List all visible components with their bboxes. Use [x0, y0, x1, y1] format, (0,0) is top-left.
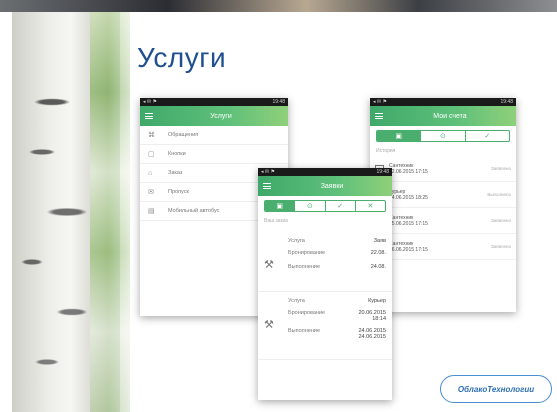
hamburger-menu-icon[interactable]: [375, 113, 383, 119]
app-bar-title: Мои счета: [433, 112, 467, 120]
order-card[interactable]: ⚒ Услуга Заяв Бронирование 22.08. Выполн…: [258, 232, 392, 292]
tab-done[interactable]: ✓: [326, 201, 356, 211]
status-time: 19:48: [272, 99, 285, 105]
status-icons: ◂ ✉ ⚑: [261, 169, 275, 175]
row-value: 20.06.2015 18:14: [358, 310, 386, 322]
tab-list[interactable]: ▣: [377, 131, 422, 141]
logo-text: ОблакоТехнологии: [457, 384, 535, 394]
order-row-completion: Выполнение 24.06.2015 24.06.2015: [264, 328, 386, 340]
status-time: 19:48: [500, 99, 513, 105]
status-time: 19:48: [376, 169, 389, 175]
order-row-completion: Выполнение 24.08.: [264, 264, 386, 270]
menu-item-label: Кнопки: [168, 151, 186, 157]
tab-bar: ▣ ⊙ ✓ ✕: [264, 200, 386, 212]
slide-title: Услуги: [137, 42, 227, 73]
item-text: Сантехник 25.06.2015 17:15: [389, 215, 491, 227]
row-value: Заяв: [373, 238, 386, 244]
order-row-service: Услуга Курьер: [264, 298, 386, 304]
tab-bar: ▣ ⊙ ✓: [376, 130, 510, 142]
home-icon: ⌂: [148, 169, 153, 177]
order-row-booking: Бронирование 22.08.: [264, 250, 386, 256]
status-bar: ◂ ✉ ⚑ 19:48: [140, 98, 288, 106]
row-value: 22.08.: [370, 250, 386, 256]
item-status: Заявлено: [490, 166, 511, 171]
row-label: Бронирование: [288, 250, 326, 256]
row-value: Курьер: [368, 298, 386, 304]
phone-screen-orders: ◂ ✉ ⚑ 19:48 Заявки ▣ ⊙ ✓ ✕ Ваш заказ ⚒ У…: [258, 168, 392, 400]
item-status: Заявлено: [490, 244, 511, 249]
app-bar: Услуги: [140, 106, 288, 126]
row-label: Выполнение: [288, 328, 321, 334]
order-row-service: Услуга Заяв: [264, 238, 386, 244]
order-row-booking: Бронирование 20.06.2015 18:14: [264, 310, 386, 322]
app-bar: Мои счета: [370, 106, 516, 126]
item-date: 22.06.2015 17:15: [389, 168, 428, 175]
tab-list[interactable]: ▣: [265, 201, 296, 211]
tab-cancel[interactable]: ✕: [356, 201, 385, 211]
status-icons: ◂ ✉ ⚑: [373, 99, 387, 105]
section-caption: История: [376, 148, 396, 154]
item-text: Сантехник 26.06.2015 17:15: [389, 241, 491, 253]
menu-item-label: Заказ: [168, 170, 183, 176]
hamburger-menu-icon[interactable]: [145, 113, 153, 119]
tab-done[interactable]: ✓: [466, 131, 509, 141]
status-bar: ◂ ✉ ⚑ 19:48: [258, 168, 392, 176]
status-icons: ◂ ✉ ⚑: [143, 99, 157, 105]
item-status: Выполнено: [487, 192, 511, 197]
menu-item-buttons[interactable]: ▢ Кнопки: [140, 145, 288, 164]
bus-icon: ▤: [148, 208, 155, 215]
app-bar-title: Услуги: [210, 112, 232, 120]
row-label: Услуга: [288, 298, 305, 304]
item-text: Сантехник 22.06.2015 17:15: [389, 163, 491, 175]
tab-clock[interactable]: ⊙: [295, 201, 326, 211]
app-bar: Заявки: [258, 176, 392, 196]
menu-item-label: Мобильный автобус: [168, 208, 220, 214]
row-label: Бронирование: [288, 310, 326, 316]
company-logo: ОблакоТехнологии: [440, 375, 552, 403]
row-value: 24.06.2015 24.06.2015: [358, 328, 386, 340]
top-photo-strip: [0, 0, 557, 12]
row-label: Услуга: [288, 238, 305, 244]
item-text: Курьер 24.06.2015 18:25: [389, 189, 487, 201]
hamburger-menu-icon[interactable]: [263, 183, 271, 189]
item-status: Заявлено: [490, 218, 511, 223]
mail-icon: ✉: [148, 189, 154, 196]
order-card[interactable]: ⚒ Услуга Курьер Бронирование 20.06.2015 …: [258, 292, 392, 360]
item-date: 24.06.2015 18:25: [389, 194, 428, 201]
tools-icon: ⚒: [264, 259, 274, 271]
app-bar-title: Заявки: [320, 182, 344, 190]
item-date: 26.06.2015 17:15: [389, 246, 428, 253]
menu-item-requests[interactable]: ⌘ Обращения: [140, 126, 288, 145]
menu-item-label: Пропуск: [168, 189, 189, 195]
row-value: 24.08.: [370, 264, 386, 270]
requests-icon: ⌘: [148, 132, 155, 139]
status-bar: ◂ ✉ ⚑ 19:48: [370, 98, 516, 106]
row-label: Выполнение: [288, 264, 321, 270]
section-caption: Ваш заказ: [264, 218, 288, 224]
tools-icon: ⚒: [264, 319, 274, 331]
presentation-slide: Услуги ◂ ✉ ⚑ 19:48 Услуги ⌘ Обращения ▢ …: [12, 12, 557, 412]
menu-item-label: Обращения: [168, 132, 199, 138]
buttons-icon: ▢: [148, 151, 155, 158]
tab-clock[interactable]: ⊙: [421, 131, 466, 141]
item-date: 25.06.2015 17:15: [389, 220, 428, 227]
